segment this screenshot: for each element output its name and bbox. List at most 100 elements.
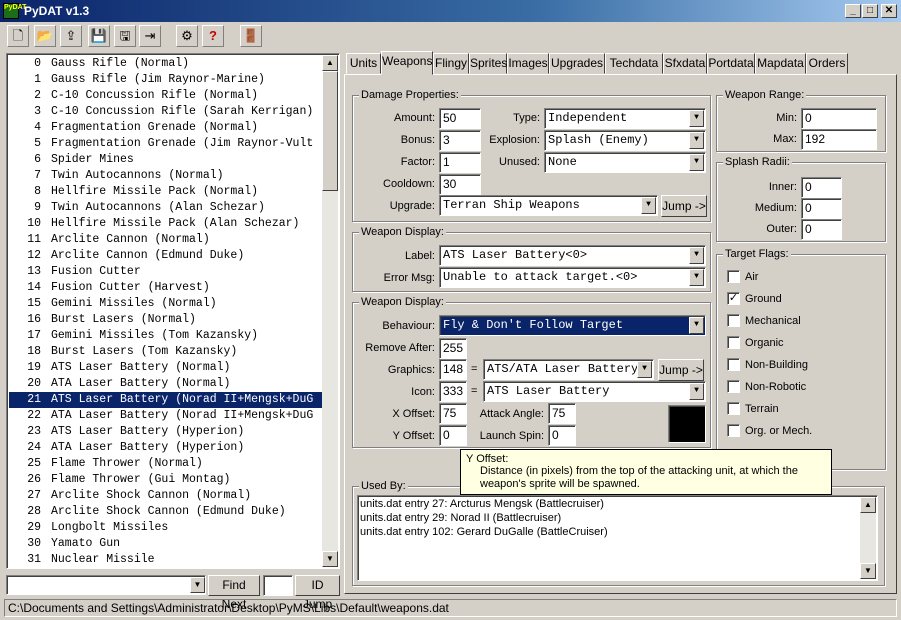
splash-medium-input[interactable]: 0	[801, 198, 842, 219]
list-item[interactable]: 3 C-10 Concussion Rifle (Sarah Kerrigan)	[9, 104, 324, 120]
label-select[interactable]: ATS Laser Battery<0> ▼	[439, 245, 706, 266]
flag-checkbox[interactable]: ✓	[727, 292, 740, 305]
list-item[interactable]: 24 ATA Laser Battery (Hyperion)	[9, 440, 324, 456]
close-button[interactable]: ✕	[881, 4, 897, 18]
unused-dropdown-icon[interactable]: ▼	[689, 154, 704, 171]
unused-select[interactable]: None ▼	[544, 152, 706, 173]
tab-upgrades[interactable]: Upgrades	[549, 53, 605, 74]
range-max-input[interactable]: 192	[801, 129, 877, 150]
behaviour-select[interactable]: Fly & Don't Follow Target ▼	[439, 315, 706, 336]
tab-portdata[interactable]: Portdata	[707, 53, 755, 74]
list-item[interactable]: 29 Longbolt Missiles	[9, 520, 324, 536]
flag-checkbox[interactable]	[727, 380, 740, 393]
cooldown-input[interactable]: 30	[439, 174, 481, 195]
flag-checkbox[interactable]	[727, 336, 740, 349]
used-by-scroll-down-icon[interactable]: ▼	[860, 563, 876, 579]
import-icon[interactable]: ⇪	[60, 25, 82, 47]
list-item[interactable]: 1 Gauss Rifle (Jim Raynor-Marine)	[9, 72, 324, 88]
graphics-jump-button[interactable]: Jump ->	[658, 359, 704, 381]
list-item[interactable]: 9 Twin Autocannons (Alan Schezar)	[9, 200, 324, 216]
flag-checkbox[interactable]	[727, 424, 740, 437]
save-icon[interactable]: 💾	[88, 25, 110, 47]
tab-flingy[interactable]: Flingy	[433, 53, 469, 74]
find-input[interactable]	[6, 575, 206, 595]
scroll-up-icon[interactable]: ▲	[322, 55, 338, 71]
type-dropdown-icon[interactable]: ▼	[689, 110, 704, 127]
tab-weapons[interactable]: Weapons	[381, 51, 433, 75]
list-item[interactable]: 23 ATS Laser Battery (Hyperion)	[9, 424, 324, 440]
tab-sprites[interactable]: Sprites	[469, 53, 507, 74]
launch-spin-input[interactable]: 0	[548, 425, 576, 446]
flag-checkbox[interactable]	[727, 402, 740, 415]
list-scrollbar[interactable]: ▲ ▼	[322, 55, 338, 567]
list-item[interactable]: 25 Flame Thrower (Normal)	[9, 456, 324, 472]
type-select[interactable]: Independent ▼	[544, 108, 706, 129]
label-dropdown-icon[interactable]: ▼	[689, 247, 704, 264]
open-file-icon[interactable]: 📂	[34, 25, 56, 47]
used-by-item[interactable]: units.dat entry 27: Arcturus Mengsk (Bat…	[360, 498, 608, 512]
behaviour-dropdown-icon[interactable]: ▼	[689, 317, 704, 334]
save-as-icon[interactable]: 🖫	[114, 25, 136, 47]
remove-after-input[interactable]: 255	[439, 338, 467, 359]
list-item[interactable]: 5 Fragmentation Grenade (Jim Raynor-Vult	[9, 136, 324, 152]
upgrade-dropdown-icon[interactable]: ▼	[641, 197, 656, 214]
splash-outer-input[interactable]: 0	[801, 219, 842, 240]
used-by-item[interactable]: units.dat entry 102: Gerard DuGalle (Bat…	[360, 526, 608, 540]
flag-checkbox[interactable]	[727, 358, 740, 371]
used-by-scrollbar[interactable]: ▲ ▼	[860, 497, 876, 579]
list-item[interactable]: 6 Spider Mines	[9, 152, 324, 168]
list-item[interactable]: 31 Nuclear Missile	[9, 552, 324, 566]
tab-orders[interactable]: Orders	[806, 53, 848, 74]
icon-input[interactable]: 333	[439, 381, 467, 402]
find-next-button[interactable]: Find Next	[208, 575, 260, 611]
list-item[interactable]: 8 Hellfire Missile Pack (Normal)	[9, 184, 324, 200]
tab-mapdata[interactable]: Mapdata	[755, 53, 806, 74]
list-item[interactable]: 11 Arclite Cannon (Normal)	[9, 232, 324, 248]
graphics-input[interactable]: 148	[439, 359, 467, 380]
x-offset-input[interactable]: 75	[439, 403, 467, 424]
flag-checkbox[interactable]	[727, 270, 740, 283]
list-item[interactable]: 14 Fusion Cutter (Harvest)	[9, 280, 324, 296]
y-offset-input[interactable]: 0	[439, 425, 467, 446]
tab-sfxdata[interactable]: Sfxdata	[663, 53, 707, 74]
list-item[interactable]: 7 Twin Autocannons (Normal)	[9, 168, 324, 184]
settings-icon[interactable]: ⚙	[176, 25, 198, 47]
new-file-icon[interactable]: 🗋	[7, 25, 29, 47]
maximize-button[interactable]: □	[862, 4, 878, 18]
used-by-list[interactable]: units.dat entry 27: Arcturus Mengsk (Bat…	[357, 495, 878, 581]
scroll-thumb[interactable]	[322, 71, 338, 191]
explosion-select[interactable]: Splash (Enemy) ▼	[544, 130, 706, 151]
attack-angle-input[interactable]: 75	[548, 403, 576, 424]
tab-images[interactable]: Images	[507, 53, 549, 74]
graphics-select[interactable]: ATS/ATA Laser Battery ▼	[483, 359, 654, 380]
factor-input[interactable]: 1	[439, 152, 481, 173]
list-item[interactable]: 2 C-10 Concussion Rifle (Normal)	[9, 88, 324, 104]
list-item[interactable]: 4 Fragmentation Grenade (Normal)	[9, 120, 324, 136]
list-item[interactable]: 16 Burst Lasers (Normal)	[9, 312, 324, 328]
icon-dropdown-icon[interactable]: ▼	[689, 383, 704, 400]
upgrade-select[interactable]: Terran Ship Weapons ▼	[439, 195, 658, 216]
amount-input[interactable]: 50	[439, 108, 481, 129]
export-icon[interactable]: ⇥	[139, 25, 161, 47]
exit-icon[interactable]: 🚪	[240, 25, 262, 47]
list-item[interactable]: 0 Gauss Rifle (Normal)	[9, 56, 324, 72]
list-item[interactable]: 22 ATA Laser Battery (Norad II+Mengsk+DuG	[9, 408, 324, 424]
list-item[interactable]: 27 Arclite Shock Cannon (Normal)	[9, 488, 324, 504]
id-jump-button[interactable]: ID Jump	[295, 575, 340, 611]
range-min-input[interactable]: 0	[801, 108, 877, 129]
list-item[interactable]: 28 Arclite Shock Cannon (Edmund Duke)	[9, 504, 324, 520]
id-jump-input[interactable]	[263, 575, 293, 596]
list-item[interactable]: 20 ATA Laser Battery (Normal)	[9, 376, 324, 392]
explosion-dropdown-icon[interactable]: ▼	[689, 132, 704, 149]
list-item[interactable]: 19 ATS Laser Battery (Normal)	[9, 360, 324, 376]
list-item[interactable]: 21 ATS Laser Battery (Norad II+Mengsk+DuG	[9, 392, 324, 408]
entry-list[interactable]: 0 Gauss Rifle (Normal) 1 Gauss Rifle (Jim R…	[6, 53, 340, 569]
find-dropdown-icon[interactable]: ▼	[190, 577, 205, 593]
list-item[interactable]: 30 Yamato Gun	[9, 536, 324, 552]
flag-checkbox[interactable]	[727, 314, 740, 327]
scroll-down-icon[interactable]: ▼	[322, 551, 338, 567]
list-item[interactable]: 15 Gemini Missiles (Normal)	[9, 296, 324, 312]
graphics-dropdown-icon[interactable]: ▼	[637, 361, 652, 378]
list-item[interactable]: 10 Hellfire Missile Pack (Alan Schezar)	[9, 216, 324, 232]
tab-units[interactable]: Units	[346, 53, 381, 74]
